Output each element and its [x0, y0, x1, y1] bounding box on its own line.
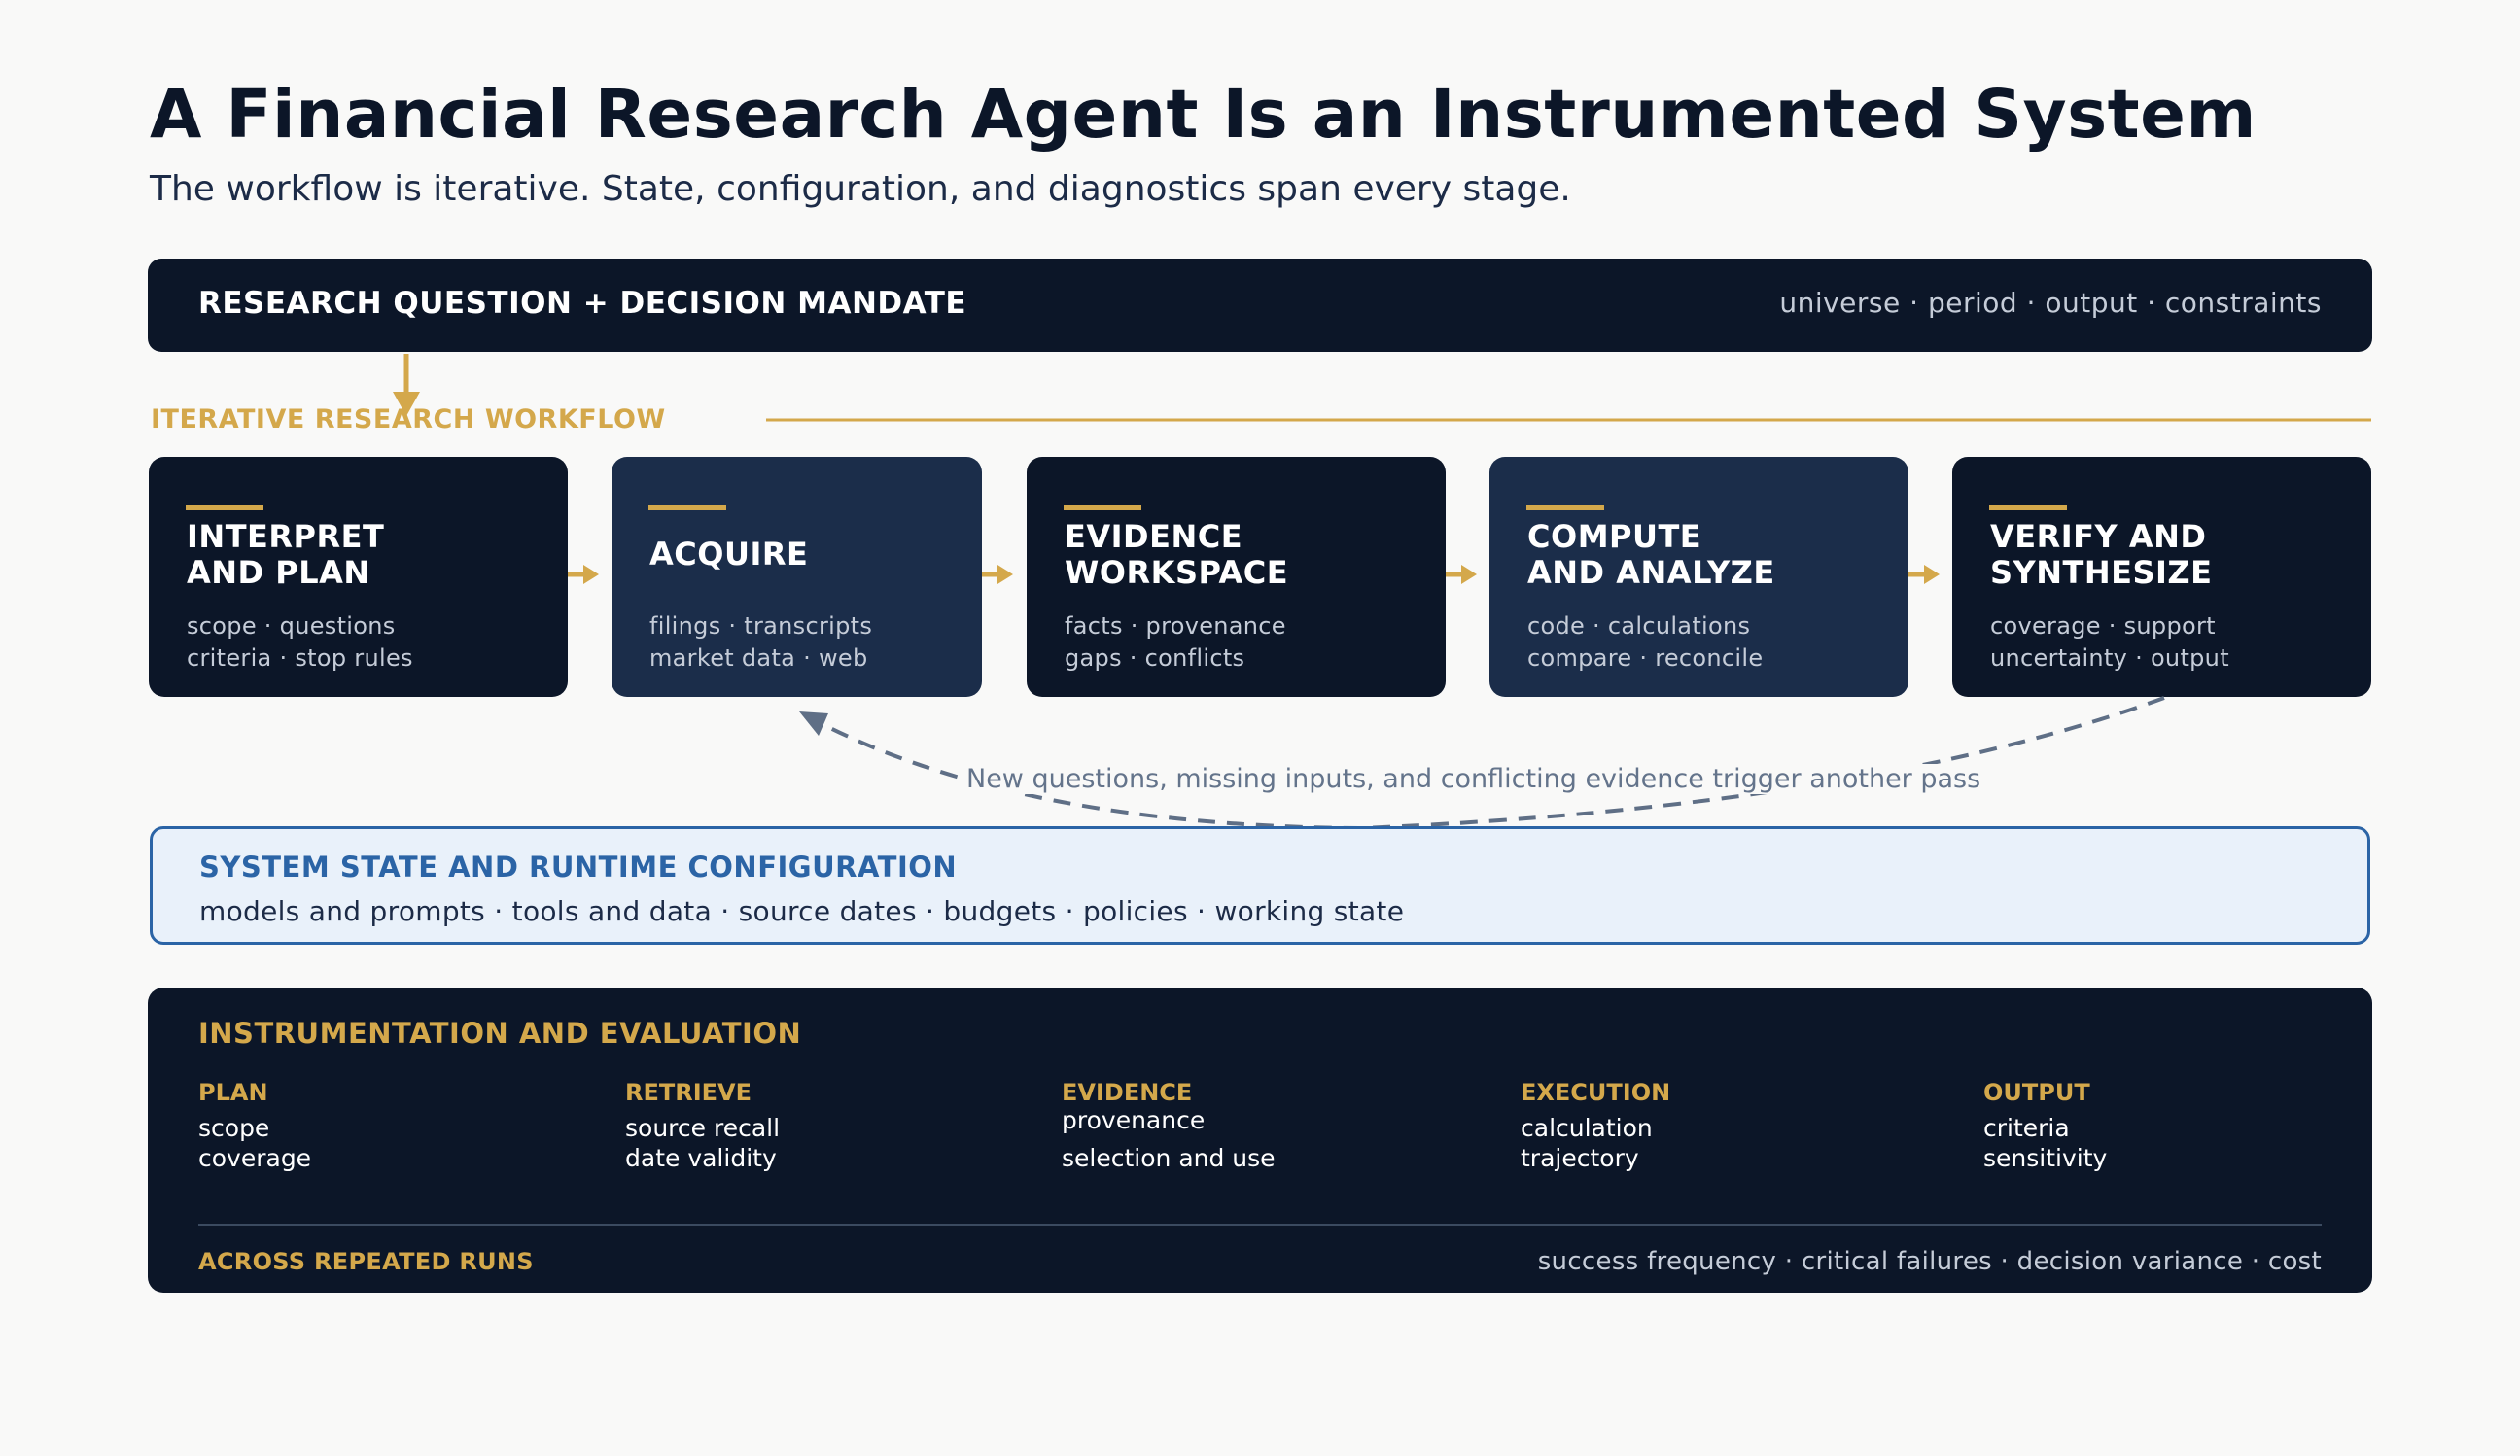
mandate-down-arrowhead — [393, 392, 420, 416]
metric-line: scope — [198, 1114, 270, 1142]
metric-line: calculation — [1521, 1114, 1653, 1142]
metric-line: date validity — [625, 1144, 777, 1172]
metric-column-retrieve: RETRIEVE source recall date validity — [625, 1079, 780, 1172]
metric-line: coverage — [198, 1144, 312, 1172]
state-items: models and prompts · tools and data · so… — [199, 895, 1405, 927]
metric-line: criteria — [1983, 1114, 2070, 1142]
metric-line: trajectory — [1521, 1144, 1639, 1172]
metric-line: provenance — [1062, 1106, 1206, 1134]
system-state-panel: SYSTEM STATE AND RUNTIME CONFIGURATION m… — [150, 826, 2370, 945]
stage-arrow — [1908, 565, 1940, 584]
instrumentation-panel: INSTRUMENTATION AND EVALUATION PLAN scop… — [148, 988, 2372, 1293]
metric-heading: EVIDENCE — [1062, 1079, 1193, 1106]
metric-heading: OUTPUT — [1983, 1079, 2090, 1106]
instrumentation-title: INSTRUMENTATION AND EVALUATION — [198, 1017, 802, 1050]
metric-line: selection and use — [1062, 1144, 1276, 1172]
metric-line: sensitivity — [1983, 1144, 2108, 1172]
stage-arrow — [982, 565, 1013, 584]
instrumentation-divider — [198, 1224, 2322, 1226]
metric-column-execution: EXECUTION calculation trajectory — [1521, 1079, 1670, 1172]
feedback-loop-label: New questions, missing inputs, and confl… — [962, 764, 1985, 794]
repeated-runs-label: ACROSS REPEATED RUNS — [198, 1248, 534, 1275]
metric-column-plan: PLAN scope coverage — [198, 1079, 311, 1172]
state-title: SYSTEM STATE AND RUNTIME CONFIGURATION — [199, 850, 958, 884]
metric-column-output: OUTPUT criteria sensitivity — [1983, 1079, 2107, 1172]
feedback-loop-arrowhead — [799, 711, 828, 736]
feedback-loop-arrow — [818, 696, 2165, 831]
metric-heading: PLAN — [198, 1079, 268, 1106]
repeated-runs-items: success frequency · critical failures · … — [1537, 1247, 2322, 1276]
metric-heading: EXECUTION — [1521, 1079, 1671, 1106]
stage-arrow — [568, 565, 599, 584]
stage-arrow — [1446, 565, 1477, 584]
metric-line: source recall — [625, 1114, 781, 1142]
metric-heading: RETRIEVE — [625, 1079, 752, 1106]
metric-column-evidence: EVIDENCE provenance selection and use — [1062, 1079, 1276, 1172]
